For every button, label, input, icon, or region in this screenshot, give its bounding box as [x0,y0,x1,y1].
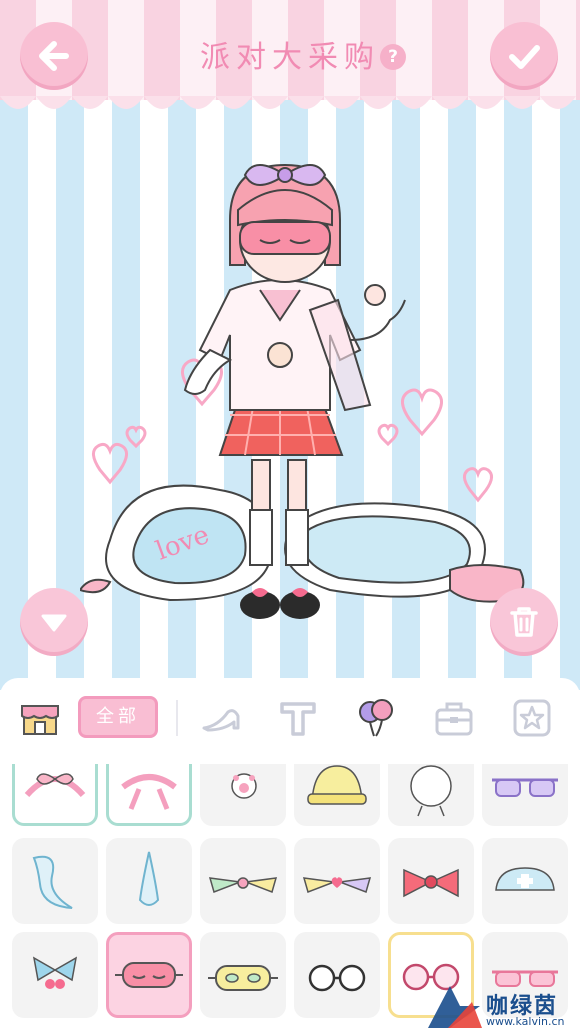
help-icon[interactable]: ? [380,44,406,70]
category-all-tab[interactable]: 全部 [78,696,158,738]
awning-scallop [0,96,580,109]
dressup-stage: 派对大采购 ? love [0,0,580,690]
item-green-ribbon-bow[interactable] [200,838,286,924]
bag-icon[interactable] [432,696,476,740]
balloon-icon[interactable] [354,696,398,740]
item-blue-ghost-tail[interactable] [12,838,98,924]
item-purple-sunglasses[interactable] [482,764,568,826]
item-blue-drop-accessory[interactable] [106,838,192,924]
item-pink-bow-headband[interactable] [12,764,98,826]
item-pink-ribbon-headband[interactable] [106,764,192,826]
item-red-bow[interactable] [388,838,474,924]
item-round-glasses[interactable] [294,932,380,1018]
category-divider [176,700,178,736]
item-nurse-cap[interactable] [482,838,568,924]
item-yellow-sleep-mask[interactable] [200,932,286,1018]
watermark-url: www.kalvin.cn [486,1015,565,1028]
triangle-down-icon [41,614,67,632]
item-paw-hair-clip[interactable] [200,764,286,826]
high-heel-shoe-icon[interactable] [200,696,244,740]
item-blue-cherry-bow[interactable] [12,932,98,1018]
item-heart-ribbon-bow[interactable] [294,838,380,924]
item-yellow-knit-hat[interactable] [294,764,380,826]
trash-icon [510,607,538,637]
confirm-button[interactable] [490,22,558,90]
collapse-button[interactable] [20,588,88,656]
t-shirt-icon[interactable] [276,696,320,740]
delete-button[interactable] [490,588,558,656]
item-pink-sleep-mask[interactable] [106,932,192,1018]
checkmark-icon [509,45,540,69]
arrow-left-icon [39,41,69,71]
item-lace-bonnet[interactable] [388,764,474,826]
character-avatar: love [80,163,525,619]
shop-icon[interactable] [18,696,62,740]
star-icon[interactable] [510,696,554,740]
back-button[interactable] [20,22,88,90]
